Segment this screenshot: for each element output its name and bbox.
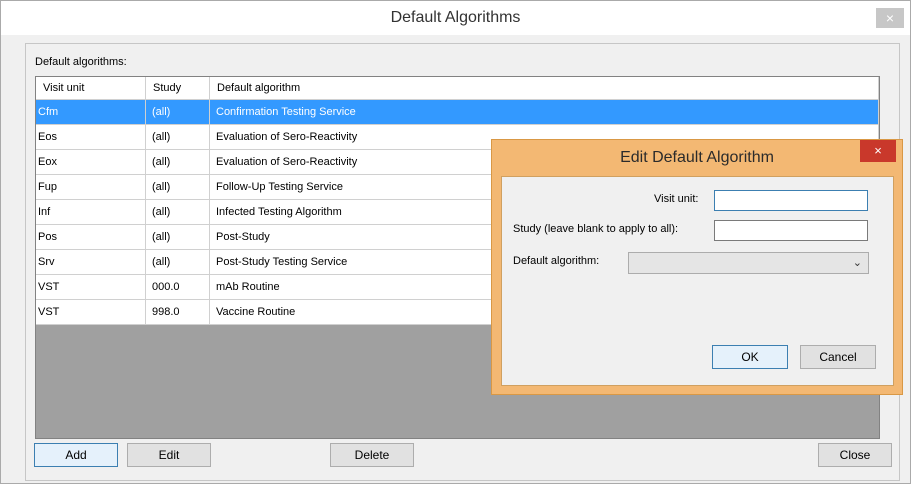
column-header-visit-unit[interactable]: Visit unit (36, 77, 146, 99)
cell-visit-unit: Srv (36, 250, 146, 275)
dialog-title: Edit Default Algorithm (620, 149, 774, 166)
chevron-down-icon: ⌄ (852, 257, 862, 269)
cell-visit-unit: VST (36, 300, 146, 325)
default-algorithm-label: Default algorithm: (513, 255, 600, 267)
main-window-title: Default Algorithms (390, 9, 521, 26)
cell-visit-unit: Inf (36, 200, 146, 225)
cell-visit-unit: Fup (36, 175, 146, 200)
cancel-button[interactable]: Cancel (800, 345, 876, 369)
dialog-body: Visit unit: Study (leave blank to apply … (501, 176, 894, 386)
cell-visit-unit: Eox (36, 150, 146, 175)
default-algorithm-select[interactable]: ⌄ (628, 252, 869, 274)
study-label: Study (leave blank to apply to all): (513, 223, 679, 235)
cell-default-algorithm: Confirmation Testing Service (210, 100, 879, 125)
close-icon: × (874, 143, 882, 158)
cell-study: (all) (146, 200, 210, 225)
column-header-study[interactable]: Study (146, 77, 210, 99)
cell-study: 998.0 (146, 300, 210, 325)
edit-default-algorithm-dialog: Edit Default Algorithm × Visit unit: Stu… (491, 139, 903, 395)
cell-visit-unit: Cfm (36, 100, 146, 125)
cell-study: (all) (146, 125, 210, 150)
cell-study: 000.0 (146, 275, 210, 300)
edit-button[interactable]: Edit (127, 443, 211, 467)
ok-button[interactable]: OK (712, 345, 788, 369)
cell-study: (all) (146, 100, 210, 125)
main-close-button[interactable]: × (876, 8, 904, 28)
dialog-close-button[interactable]: × (860, 140, 896, 162)
visit-unit-label: Visit unit: (654, 193, 699, 205)
cell-study: (all) (146, 225, 210, 250)
close-icon: × (885, 10, 895, 26)
delete-button[interactable]: Delete (330, 443, 414, 467)
cell-study: (all) (146, 150, 210, 175)
grid-header: Visit unit Study Default algorithm (36, 77, 879, 100)
table-row[interactable]: Cfm (all) Confirmation Testing Service (36, 100, 879, 125)
study-input[interactable] (714, 220, 868, 241)
main-title-bar: Default Algorithms × (1, 1, 910, 35)
visit-unit-input[interactable] (714, 190, 868, 211)
cell-study: (all) (146, 250, 210, 275)
add-button[interactable]: Add (34, 443, 118, 467)
cell-visit-unit: Eos (36, 125, 146, 150)
column-header-default-algorithm[interactable]: Default algorithm (210, 77, 879, 99)
dialog-title-bar: Edit Default Algorithm × (492, 140, 902, 172)
list-label: Default algorithms: (35, 56, 127, 68)
cell-visit-unit: VST (36, 275, 146, 300)
cell-visit-unit: Pos (36, 225, 146, 250)
close-button[interactable]: Close (818, 443, 892, 467)
cell-study: (all) (146, 175, 210, 200)
